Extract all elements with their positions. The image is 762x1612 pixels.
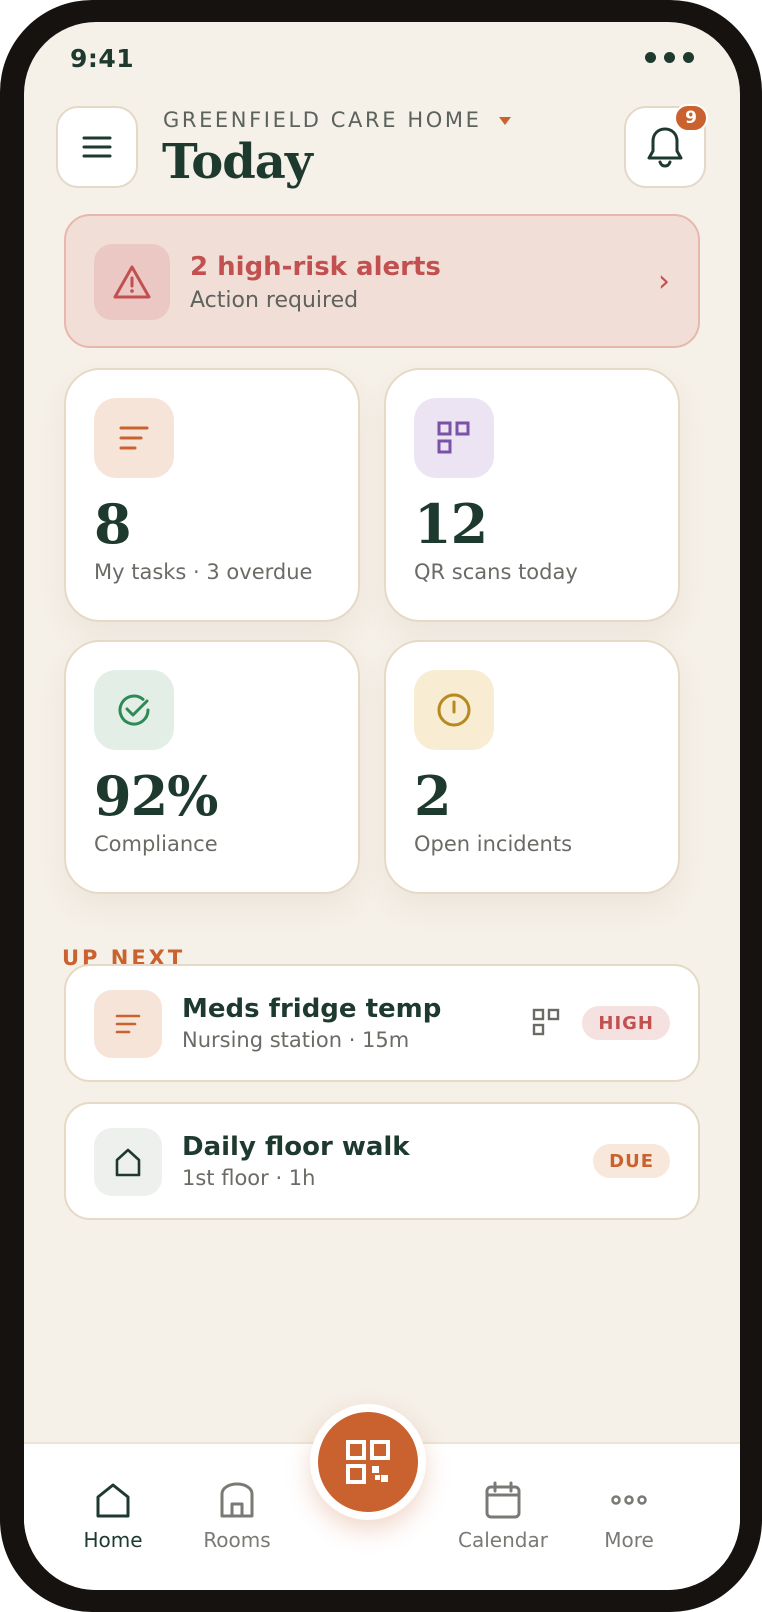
list-icon: [94, 990, 162, 1058]
stat-label: My tasks · 3 overdue: [94, 560, 313, 584]
notifications-button[interactable]: 9: [624, 104, 708, 188]
alert-subtitle: Action required: [190, 288, 359, 313]
org-switcher[interactable]: GREENFIELD CARE HOME: [163, 108, 512, 132]
house-icon: [94, 1128, 162, 1196]
qr-icon: [532, 1008, 560, 1036]
nav-label: Home: [83, 1528, 143, 1552]
qr-icon: [414, 398, 494, 478]
phone-frame: 9:41 GREENFIELD CARE HOME Today 9 2 high…: [0, 0, 762, 1612]
stat-label: QR scans today: [414, 560, 578, 584]
nav-label: Rooms: [203, 1528, 271, 1552]
alert-circle-icon: [414, 670, 494, 750]
bell-icon: [647, 127, 683, 168]
priority-badge: HIGH: [582, 1006, 670, 1040]
calendar-icon: [485, 1481, 521, 1519]
chevron-right-icon: ›: [658, 264, 670, 299]
menu-button[interactable]: [56, 106, 138, 188]
qr-scan-icon: [346, 1440, 390, 1484]
status-time: 9:41: [70, 44, 135, 73]
task-title: Daily floor walk: [182, 1132, 410, 1162]
nav-label: More: [604, 1528, 654, 1552]
stat-card-qr-scans[interactable]: 12 QR scans today: [384, 368, 680, 622]
alert-title: 2 high-risk alerts: [190, 252, 441, 282]
nav-item-more[interactable]: More: [574, 1480, 684, 1552]
notification-badge: 9: [674, 104, 708, 132]
scan-qr-button[interactable]: [310, 1404, 426, 1520]
org-name: GREENFIELD CARE HOME: [163, 108, 482, 132]
stat-value: 8: [94, 492, 132, 556]
high-risk-alert-banner[interactable]: 2 high-risk alerts Action required ›: [64, 214, 700, 348]
stat-value: 92%: [94, 764, 218, 828]
stat-card-compliance[interactable]: 92% Compliance: [64, 640, 360, 894]
stat-value: 2: [414, 764, 452, 828]
app-screen: 9:41 GREENFIELD CARE HOME Today 9 2 high…: [24, 22, 740, 1590]
nav-item-calendar[interactable]: Calendar: [448, 1480, 558, 1552]
stat-label: Open incidents: [414, 832, 573, 856]
task-item[interactable]: Daily floor walk 1st floor · 1h DUE: [64, 1102, 700, 1220]
nav-item-rooms[interactable]: Rooms: [182, 1480, 292, 1552]
nav-item-home[interactable]: Home: [58, 1480, 168, 1552]
stat-card-incidents[interactable]: 2 Open incidents: [384, 640, 680, 894]
caret-down-icon: [499, 117, 512, 125]
status-dots-icon: [645, 52, 694, 63]
check-circle-icon: [94, 670, 174, 750]
task-subtitle: 1st floor · 1h: [182, 1166, 316, 1190]
nav-label: Calendar: [458, 1528, 548, 1552]
more-icon: [611, 1495, 647, 1505]
stat-value: 12: [414, 492, 488, 556]
hamburger-icon: [82, 136, 112, 158]
home-icon: [96, 1483, 130, 1518]
stat-label: Compliance: [94, 832, 218, 856]
status-badge: DUE: [593, 1144, 670, 1178]
stat-card-tasks[interactable]: 8 My tasks · 3 overdue: [64, 368, 360, 622]
page-title: Today: [162, 134, 313, 190]
warning-icon: [94, 244, 170, 320]
room-icon: [220, 1482, 254, 1518]
list-icon: [94, 398, 174, 478]
task-title: Meds fridge temp: [182, 994, 442, 1024]
task-item[interactable]: Meds fridge temp Nursing station · 15m H…: [64, 964, 700, 1082]
task-subtitle: Nursing station · 15m: [182, 1028, 410, 1052]
